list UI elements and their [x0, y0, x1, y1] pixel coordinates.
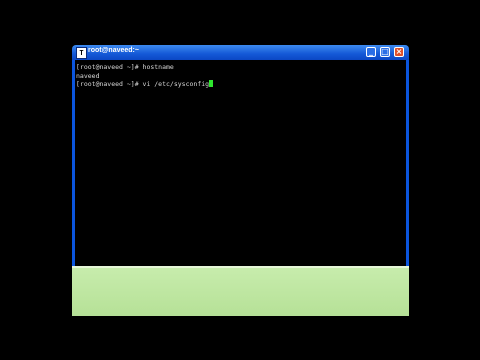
window-title: root@naveed:~ — [88, 47, 139, 54]
text-cursor — [209, 80, 214, 87]
window-frame-right — [406, 60, 409, 266]
terminal-icon[interactable]: T — [76, 47, 87, 59]
terminal-window: T root@naveed:~ _ □ × [root@naveed ~]# h… — [72, 45, 409, 266]
terminal-line: [root@naveed ~]# vi /etc/sysconfig — [76, 80, 405, 89]
terminal-output[interactable]: [root@naveed ~]# hostname naveed [root@n… — [75, 60, 406, 266]
terminal-line: naveed — [76, 71, 100, 80]
terminal-line: [root@naveed ~]# hostname — [76, 63, 174, 71]
desktop-panel — [72, 266, 409, 316]
maximize-button[interactable]: □ — [380, 47, 390, 57]
terminal-line-text: [root@naveed ~]# vi /etc/sysconfig — [76, 80, 210, 88]
window-titlebar[interactable]: T root@naveed:~ _ □ × — [72, 45, 409, 60]
minimize-button[interactable]: _ — [366, 47, 376, 57]
close-button[interactable]: × — [394, 47, 404, 57]
